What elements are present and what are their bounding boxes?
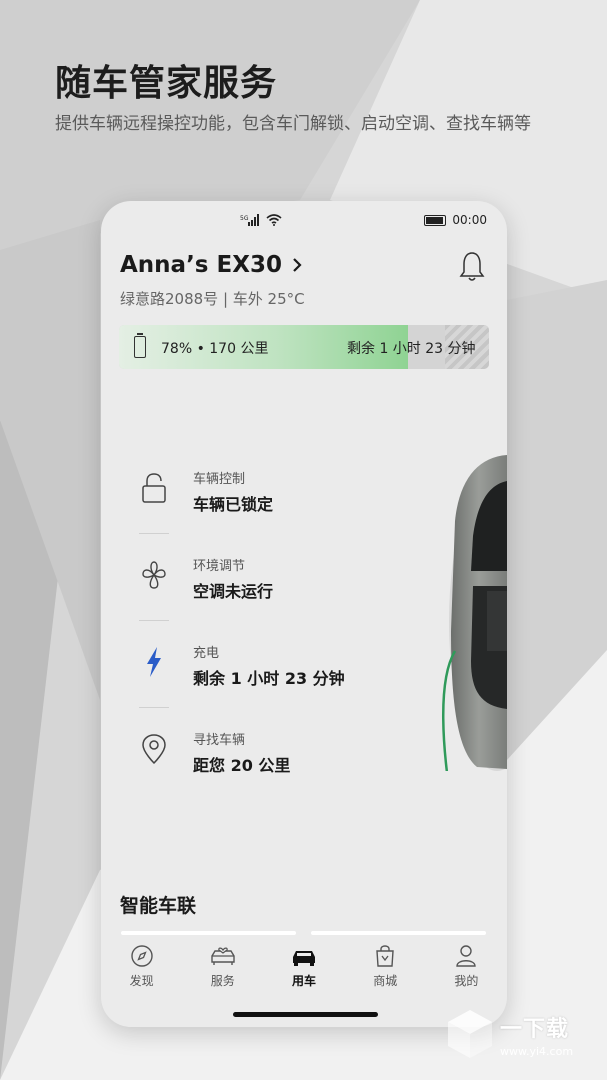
tab-label: 商城: [373, 974, 398, 988]
fan-icon: [142, 561, 166, 589]
status-bar: 5G 00:00: [101, 201, 507, 241]
charge-status-bar[interactable]: 78% • 170 公里 剩余 1 小时 23 分钟: [119, 325, 489, 369]
charge-summary: 78% • 170 公里: [161, 341, 269, 357]
battery-outline-icon: [134, 333, 146, 358]
status-time: 00:00: [452, 213, 487, 227]
network-status: 5G: [240, 214, 282, 226]
watermark-cube-logo: [448, 1010, 492, 1058]
person-icon: [456, 945, 477, 967]
tab-service[interactable]: 服务: [182, 938, 263, 998]
control-item-climate[interactable]: 环境调节 空调未运行: [139, 534, 379, 621]
card-peek-right[interactable]: [311, 931, 486, 935]
control-status: 距您 20 公里: [193, 756, 291, 775]
svg-text:5G: 5G: [240, 215, 249, 222]
compass-icon: [130, 945, 153, 967]
control-item-lock[interactable]: 车辆控制 车辆已锁定: [139, 447, 379, 534]
vehicle-image: [442, 455, 507, 771]
charge-remaining: 剩余 1 小时 23 分钟: [347, 341, 476, 357]
tab-label: 我的: [454, 974, 479, 988]
tab-label: 发现: [129, 974, 154, 988]
chevron-right-icon: [293, 258, 302, 272]
bottom-tab-bar: 发现 服务 用车 商城 我的: [101, 938, 507, 998]
control-status: 车辆已锁定: [193, 495, 274, 514]
phone-screen: 5G 00:00 Anna’s EX30 绿意路2088号 | 车外 25°C …: [101, 201, 507, 1027]
watermark-brand: 一下载: [500, 1016, 570, 1042]
control-item-find-car[interactable]: 寻找车辆 距您 20 公里: [139, 708, 379, 795]
control-title: 环境调节: [193, 559, 246, 574]
battery-icon: [424, 214, 447, 226]
tab-vehicle[interactable]: 用车: [263, 938, 344, 998]
tab-label: 用车: [292, 974, 317, 988]
watermark: 一下载 www.yi4.com: [446, 1008, 573, 1060]
wifi-icon: [266, 214, 282, 226]
location-pin-icon: [142, 734, 166, 765]
hero-title: 随车管家服务: [55, 63, 278, 104]
control-title: 充电: [193, 646, 220, 661]
car-heart-icon: [211, 947, 235, 965]
tab-store[interactable]: 商城: [345, 938, 426, 998]
control-status: 空调未运行: [193, 582, 274, 601]
tab-discover[interactable]: 发现: [101, 938, 182, 998]
vehicle-location: 绿意路2088号 | 车外 25°C: [120, 290, 305, 308]
control-status: 剩余 1 小时 23 分钟: [193, 669, 345, 688]
tab-profile[interactable]: 我的: [426, 938, 507, 998]
vehicle-controls-list: 车辆控制 车辆已锁定 环境调节 空调未运行 充电 剩余 1 小时 23 分钟 寻…: [139, 447, 379, 795]
lightning-icon: [147, 647, 161, 677]
lock-icon: [142, 473, 166, 503]
tab-label: 服务: [210, 974, 235, 988]
card-peek-left[interactable]: [121, 931, 296, 935]
vehicle-name: Anna’s EX30: [120, 252, 282, 278]
home-indicator[interactable]: [233, 1012, 378, 1017]
section-title-smart-connect: 智能车联: [120, 895, 197, 917]
cellular-signal-icon: 5G: [240, 214, 259, 226]
car-icon: [293, 951, 315, 966]
shopping-bag-icon: [376, 945, 394, 967]
watermark-url: www.yi4.com: [500, 1044, 574, 1058]
hero-subtitle: 提供车辆远程操控功能，包含车门解锁、启动空调、查找车辆等: [55, 114, 531, 134]
control-title: 寻找车辆: [193, 733, 246, 748]
control-item-charging[interactable]: 充电 剩余 1 小时 23 分钟: [139, 621, 379, 708]
control-title: 车辆控制: [193, 472, 246, 487]
bell-icon[interactable]: [459, 251, 485, 283]
vehicle-name-link[interactable]: Anna’s EX30: [120, 252, 302, 278]
